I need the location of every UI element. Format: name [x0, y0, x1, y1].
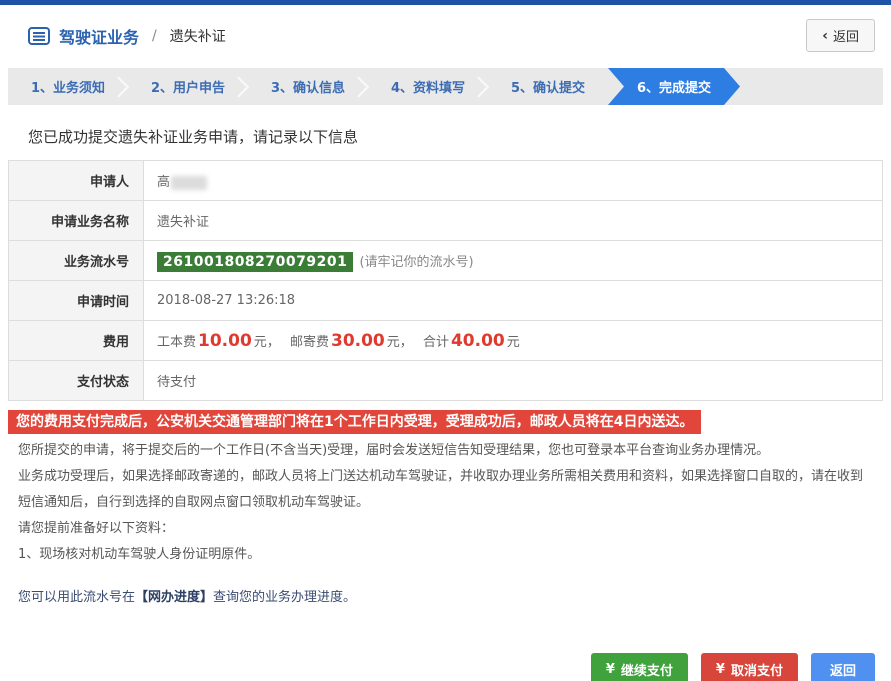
- table-row-pay-status: 支付状态 待支付: [9, 361, 883, 401]
- row-label: 申请时间: [9, 281, 144, 321]
- table-row-fee: 费用 工本费10.00元， 邮寄费30.00元， 合计40.00元: [9, 321, 883, 361]
- payment-notice-banner: 您的费用支付完成后，公安机关交通管理部门将在1个工作日内受理，受理成功后，邮政人…: [8, 410, 701, 434]
- serial-number-badge: 261001808270079201: [157, 252, 353, 272]
- progress-link[interactable]: 【网办进度】: [135, 590, 213, 605]
- instructions: 您所提交的申请，将于提交后的一个工作日(不含当天)受理，届时会发送短信告知受理结…: [18, 438, 875, 611]
- instruction-paragraph: 1、现场核对机动车驾驶人身份证明原件。: [18, 542, 875, 568]
- fee-unit: 元: [387, 335, 400, 350]
- table-row-business-name: 申请业务名称 遗失补证: [9, 201, 883, 241]
- continue-payment-button[interactable]: ¥ 继续支付: [591, 653, 688, 681]
- step-label: 4、资料填写: [391, 77, 465, 96]
- fee-unit: 元: [254, 335, 267, 350]
- applicant-value: 高: [144, 161, 883, 201]
- fee-amount: 10.00: [198, 331, 252, 351]
- row-label: 申请业务名称: [9, 201, 144, 241]
- return-button-label: 返回: [830, 660, 856, 679]
- application-details-table: 申请人 高 申请业务名称 遗失补证 业务流水号 2610018082700792…: [8, 160, 883, 401]
- page-header: 驾驶证业务 / 遗失补证 ‹ 返回: [0, 5, 891, 64]
- continue-payment-label: 继续支付: [621, 660, 673, 679]
- back-button-label: 返回: [833, 26, 859, 45]
- serial-hint: (请牢记你的流水号): [359, 255, 473, 270]
- pay-status-value: 待支付: [144, 361, 883, 401]
- back-button-top[interactable]: ‹ 返回: [806, 19, 875, 52]
- instruction-paragraph: 请您提前准备好以下资料：: [18, 516, 875, 542]
- progress-note-suffix: 查询您的业务办理进度。: [213, 590, 356, 605]
- step-label: 6、完成提交: [637, 77, 711, 96]
- yen-icon: ¥: [606, 662, 615, 677]
- chevron-left-icon: ‹: [822, 28, 828, 44]
- cancel-payment-button[interactable]: ¥ 取消支付: [701, 653, 798, 681]
- row-label: 支付状态: [9, 361, 144, 401]
- table-row-serial: 业务流水号 261001808270079201 (请牢记你的流水号): [9, 241, 883, 281]
- table-row-applicant: 申请人 高: [9, 161, 883, 201]
- step-label: 3、确认信息: [271, 77, 345, 96]
- step-5-confirm-submit[interactable]: 5、确认提交: [488, 68, 608, 105]
- breadcrumb-separator: /: [152, 28, 157, 44]
- action-footer: ¥ 继续支付 ¥ 取消支付 返回: [0, 653, 891, 681]
- cancel-payment-label: 取消支付: [731, 660, 783, 679]
- fee-unit: 元: [507, 335, 520, 350]
- fee-item-label: 合计: [423, 335, 449, 350]
- row-label: 费用: [9, 321, 144, 361]
- step-1-business-notice[interactable]: 1、业务须知: [8, 68, 128, 105]
- instruction-paragraph: 业务成功受理后，如果选择邮政寄递的，邮政人员将上门送达机动车驾驶证，并收取办理业…: [18, 464, 875, 516]
- table-row-apply-time: 申请时间 2018-08-27 13:26:18: [9, 281, 883, 321]
- apply-time-value: 2018-08-27 13:26:18: [144, 281, 883, 321]
- step-label: 1、业务须知: [31, 77, 105, 96]
- fee-separator: ，: [400, 335, 413, 350]
- step-2-user-declaration[interactable]: 2、用户申告: [128, 68, 248, 105]
- fee-amount: 30.00: [331, 331, 385, 351]
- return-button[interactable]: 返回: [811, 653, 875, 681]
- breadcrumb: 驾驶证业务 / 遗失补证: [28, 24, 226, 48]
- fee-separator: ，: [267, 335, 280, 350]
- page: 驾驶证业务 / 遗失补证 ‹ 返回 1、业务须知 2、用户申告 3、确认信息 4…: [0, 0, 891, 681]
- business-name-value: 遗失补证: [144, 201, 883, 241]
- yen-icon: ¥: [716, 662, 725, 677]
- breadcrumb-main[interactable]: 驾驶证业务: [59, 24, 139, 48]
- fee-amount: 40.00: [451, 331, 505, 351]
- step-3-confirm-info[interactable]: 3、确认信息: [248, 68, 368, 105]
- progress-note-prefix: 您可以用此流水号在: [18, 590, 135, 605]
- row-label: 业务流水号: [9, 241, 144, 281]
- instruction-paragraph: 您所提交的申请，将于提交后的一个工作日(不含当天)受理，届时会发送短信告知受理结…: [18, 438, 875, 464]
- list-icon: [28, 27, 50, 45]
- step-4-fill-data[interactable]: 4、资料填写: [368, 68, 488, 105]
- fee-value: 工本费10.00元， 邮寄费30.00元， 合计40.00元: [144, 321, 883, 361]
- breadcrumb-current: 遗失补证: [170, 26, 226, 46]
- success-message: 您已成功提交遗失补证业务申请，请记录以下信息: [28, 126, 891, 147]
- fee-item-label: 邮寄费: [290, 335, 329, 350]
- step-wizard: 1、业务须知 2、用户申告 3、确认信息 4、资料填写 5、确认提交 6、完成提…: [8, 68, 883, 105]
- serial-value: 261001808270079201 (请牢记你的流水号): [144, 241, 883, 281]
- redacted-name: [171, 176, 207, 190]
- step-label: 2、用户申告: [151, 77, 225, 96]
- step-6-complete-submit[interactable]: 6、完成提交: [608, 68, 740, 105]
- fee-item-label: 工本费: [157, 335, 196, 350]
- applicant-name: 高: [157, 175, 170, 190]
- progress-note: 您可以用此流水号在【网办进度】查询您的业务办理进度。: [18, 585, 875, 611]
- row-label: 申请人: [9, 161, 144, 201]
- step-label: 5、确认提交: [511, 77, 585, 96]
